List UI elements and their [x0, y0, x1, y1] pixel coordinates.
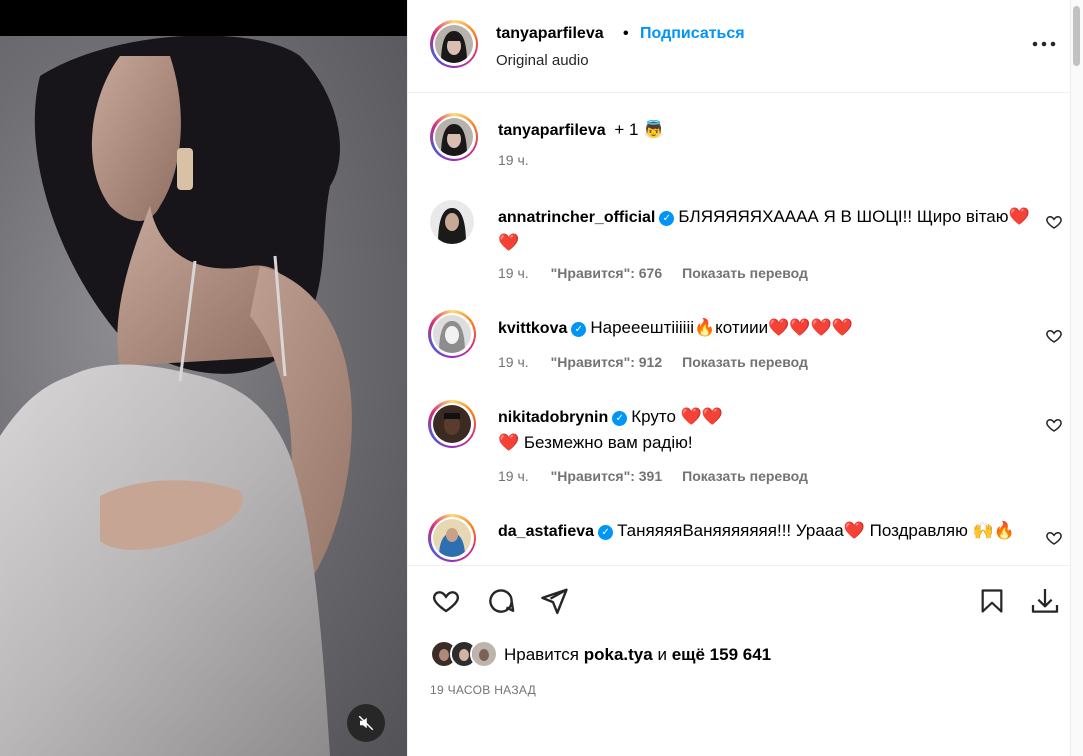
mute-icon	[358, 715, 374, 731]
avatar	[470, 640, 498, 668]
caption-suffix: + 1	[614, 120, 639, 139]
comment-meta: 19 ч. "Нравится": 676 Показать перевод	[498, 265, 808, 281]
verified-badge-icon: ✓	[598, 525, 614, 540]
media-top-bar	[0, 0, 407, 36]
comment-text: ТаняяяяВаняяяяяяя!!! Урааа❤️ Поздравляю …	[617, 521, 1015, 540]
caption-username[interactable]: tanyaparfileva	[498, 122, 606, 139]
likes-count[interactable]: ещё 159 641	[672, 645, 771, 664]
caption-meta: 19 ч.	[498, 152, 529, 168]
save-icon	[981, 589, 1003, 613]
comment-meta: 19 ч. "Нравится": 912 Показать перевод	[498, 354, 808, 370]
liked-by-username[interactable]: poka.tya	[584, 645, 653, 664]
page-scrollbar[interactable]	[1070, 0, 1083, 756]
author-username[interactable]: tanyaparfileva	[496, 25, 604, 43]
comment-like-icon[interactable]	[1045, 327, 1063, 345]
likes-prefix: Нравится	[504, 645, 580, 664]
comment-time[interactable]: 19 ч.	[498, 468, 529, 484]
share-button[interactable]	[537, 584, 571, 618]
comment-like-icon[interactable]	[1045, 416, 1063, 434]
comment-likes[interactable]: "Нравится": 391	[551, 468, 662, 484]
post-timestamp[interactable]: 19 ЧАСОВ НАЗАД	[430, 683, 536, 697]
post-details-panel: tanyaparfileva • Подписаться Original au…	[407, 0, 1071, 756]
translate-button[interactable]: Показать перевод	[682, 468, 808, 484]
photo-illustration	[0, 36, 352, 756]
comment-avatar[interactable]	[428, 400, 476, 448]
comment-meta: 19 ч. "Нравится": 391 Показать перевод	[498, 468, 808, 484]
scrollbar-track[interactable]	[1070, 0, 1083, 756]
comment: da_astafieva ✓ ТаняяяяВаняяяяяяя!!! Урааа❤…	[498, 518, 1038, 565]
caption: tanyaparfileva + 1 👼	[498, 117, 1038, 143]
comment-avatar[interactable]	[430, 200, 474, 244]
caption-author-avatar[interactable]	[430, 113, 478, 161]
more-icon	[1032, 41, 1056, 47]
post-actions: Нравится poka.tya и ещё 159 641 19 ЧАСОВ…	[408, 565, 1071, 756]
comment-username[interactable]: annatrincher_official	[498, 209, 655, 226]
translate-button[interactable]: Показать перевод	[682, 265, 808, 281]
comment: annatrincher_official ✓ БЛЯЯЯЯЯХАААА Я В Ш…	[498, 204, 1038, 255]
author-avatar[interactable]	[430, 20, 478, 68]
likes-mid: и	[657, 645, 667, 664]
comment-icon	[489, 589, 515, 613]
separator-dot: •	[623, 25, 629, 42]
mute-button[interactable]	[347, 704, 385, 742]
follow-button[interactable]: Подписаться	[640, 25, 745, 43]
more-options-button[interactable]	[1030, 34, 1058, 54]
like-icon	[433, 591, 459, 613]
comment-likes[interactable]: "Нравится": 912	[551, 354, 662, 370]
comment: nikitadobrynin ✓ Круто ❤️❤️❤️ Безмежно вам…	[498, 404, 738, 455]
comment-like-icon[interactable]	[1045, 213, 1063, 231]
save-button[interactable]	[975, 584, 1009, 618]
comment-like-icon[interactable]	[1045, 529, 1063, 547]
comment-username[interactable]: kvittkova	[498, 320, 567, 337]
comment-likes[interactable]: "Нравится": 676	[551, 265, 662, 281]
comment-text: Нарееештіііііі🔥котиии❤️❤️❤️❤️	[590, 318, 853, 337]
comment-username[interactable]: nikitadobrynin	[498, 409, 608, 426]
likes-summary: Нравится poka.tya и ещё 159 641	[504, 645, 771, 665]
comment-button[interactable]	[484, 584, 518, 618]
caption-emoji: 👼	[643, 120, 665, 139]
comment-avatar[interactable]	[428, 514, 476, 562]
download-icon	[1031, 589, 1059, 613]
post-media[interactable]	[0, 0, 407, 756]
comment: kvittkova ✓ Нарееештіііііі🔥котиии❤️❤️❤️❤️	[498, 315, 1038, 341]
comment-avatar[interactable]	[428, 310, 476, 358]
verified-badge-icon: ✓	[612, 411, 628, 426]
comment-time[interactable]: 19 ч.	[498, 265, 529, 281]
caption-time[interactable]: 19 ч.	[498, 152, 529, 168]
scrollbar-thumb[interactable]	[1073, 6, 1080, 66]
translate-button[interactable]: Показать перевод	[682, 354, 808, 370]
verified-badge-icon: ✓	[659, 211, 675, 226]
share-icon	[541, 588, 568, 615]
comment-time[interactable]: 19 ч.	[498, 354, 529, 370]
audio-link[interactable]: Original audio	[496, 52, 589, 69]
comment-username[interactable]: da_astafieva	[498, 523, 594, 540]
verified-badge-icon: ✓	[571, 322, 587, 337]
post-photo	[0, 36, 407, 756]
post-header: tanyaparfileva • Подписаться Original au…	[408, 0, 1071, 93]
download-button[interactable]	[1028, 584, 1062, 618]
like-button[interactable]	[429, 584, 463, 618]
